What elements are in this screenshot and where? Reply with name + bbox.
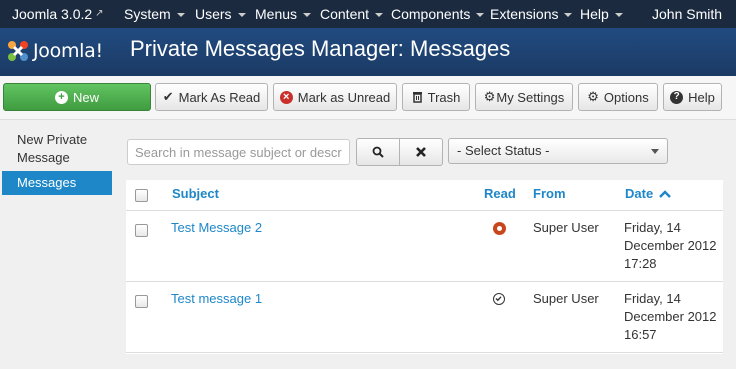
caret-down-icon [237,13,246,18]
column-header-read[interactable]: Read [484,186,516,201]
date-line: 17:28 [624,256,657,271]
message-subject-link[interactable]: Test Message 2 [171,219,262,237]
menu-extensions[interactable]: Extensions [490,0,573,28]
button-label: My Settings [496,89,565,105]
column-header-from[interactable]: From [533,186,566,201]
search-input[interactable] [127,139,350,165]
unread-status-icon[interactable] [493,222,506,235]
column-header-label: Date [625,186,654,201]
button-label: New [72,89,99,105]
message-date: Friday, 14 December 2012 17:28 [624,219,717,273]
button-label: Help [688,89,715,105]
menu-components[interactable]: Components [391,0,485,28]
help-button[interactable]: ? Help [663,83,722,111]
gear-icon: ⚙ [587,89,599,104]
select-all-checkbox[interactable] [135,189,148,202]
menu-label: Content [320,6,370,22]
trash-button[interactable]: Trash [402,83,470,111]
external-link-icon: ↗ [95,8,104,19]
messages-table: Subject Read From Date Test Message 2 Su… [126,180,723,354]
date-line: Friday, 14 [624,220,681,235]
caret-down-icon [375,13,384,18]
row-checkbox[interactable] [135,224,148,237]
page-header: Joomla! Private Messages Manager: Messag… [0,28,736,76]
date-line: 16:57 [624,327,657,342]
joomla-logo: Joomla! [6,34,103,68]
caret-down-icon [176,13,185,18]
column-header-date[interactable]: Date [625,186,671,201]
menu-label: Extensions [490,6,559,22]
button-label: Options [603,89,649,105]
button-label: Trash [427,89,461,105]
toolbar: + New ✔ Mark As Read × Mark as Unread Tr… [0,76,736,120]
clear-search-button[interactable] [399,138,443,166]
read-status-icon[interactable] [493,293,505,305]
date-line: Friday, 14 [624,291,681,306]
search-button[interactable] [356,138,400,166]
menu-content[interactable]: Content [320,0,384,28]
caret-down-icon [564,13,573,18]
button-label: Mark As Read [178,89,261,105]
remove-circle-icon: × [279,90,293,104]
menu-system[interactable]: System [124,0,185,28]
message-date: Friday, 14 December 2012 16:57 [624,290,717,344]
message-from: Super User [533,220,599,235]
menu-label: Components [391,6,471,22]
page-title: Private Messages Manager: Messages [130,36,511,61]
options-button[interactable]: ⚙ Options [578,83,658,111]
mark-as-read-button[interactable]: ✔ Mark As Read [155,83,268,111]
menu-label: System [124,6,171,22]
close-icon [416,147,426,157]
new-button[interactable]: + New [3,83,151,111]
menu-label: Help [580,6,609,22]
gear-icon: ⚙ [483,89,496,104]
menu-users[interactable]: Users [195,0,246,28]
menu-label: Users [195,6,232,22]
menu-help[interactable]: Help [580,0,623,28]
message-from: Super User [533,291,599,306]
button-label: Mark as Unread [297,89,391,105]
trash-icon [412,91,423,103]
search-icon [372,146,384,158]
user-menu[interactable]: John Smith [652,0,722,28]
select-value: - Select Status - [457,143,550,158]
sort-ascending-icon [658,190,671,198]
check-icon: ✔ [162,89,174,104]
caret-down-icon [303,13,312,18]
menu-label: Menus [255,6,298,22]
top-navbar: Joomla 3.0.2 ↗ System Users Menus Content… [0,0,736,28]
chevron-down-icon [651,149,659,154]
plus-circle-icon: + [54,90,68,104]
mark-as-unread-button[interactable]: × Mark as Unread [273,83,397,111]
my-settings-button[interactable]: ⚙ My Settings [475,83,573,111]
message-subject-link[interactable]: Test message 1 [171,290,262,308]
row-divider [126,352,723,353]
row-divider [126,210,723,211]
row-divider [126,281,723,282]
user-name: John Smith [652,6,723,22]
menu-menus[interactable]: Menus [255,0,312,28]
date-line: December 2012 [624,309,717,324]
status-filter-select[interactable]: - Select Status - [448,138,668,164]
site-link[interactable]: Joomla 3.0.2 ↗ [12,0,104,28]
date-line: December 2012 [624,238,717,253]
site-brand: Joomla 3.0.2 [12,6,93,22]
sidebar-item-new-private-message[interactable]: New Private Message [17,131,117,167]
joomla-logo-icon [8,41,28,61]
caret-down-icon [476,13,485,18]
question-circle-icon: ? [670,90,684,104]
row-checkbox[interactable] [135,295,148,308]
column-header-subject[interactable]: Subject [172,186,219,201]
caret-down-icon [614,13,623,18]
logo-text: Joomla! [33,40,103,62]
sidebar-item-messages[interactable]: Messages [2,171,112,195]
